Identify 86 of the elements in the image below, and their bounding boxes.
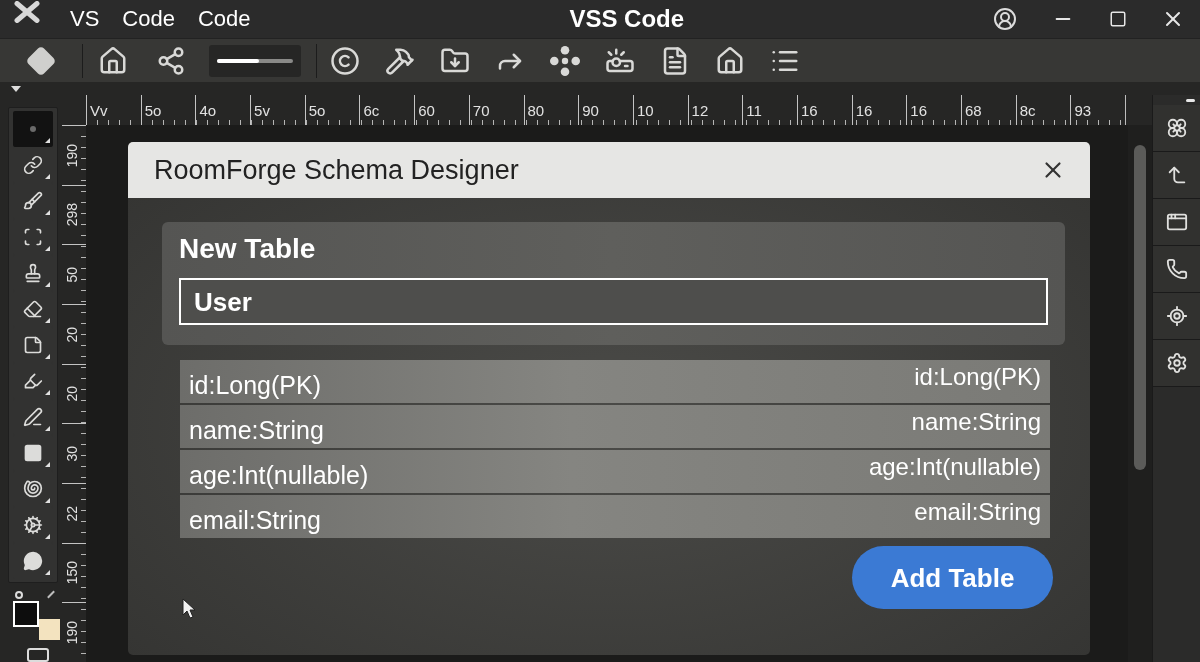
ruler-label: 8c [1019,102,1036,119]
ruler-label: 5o [308,102,326,119]
pen-icon [23,407,43,427]
dots-cross-icon[interactable] [550,45,580,76]
ruler-label: 60 [418,102,435,119]
x-logo-icon [14,1,40,23]
stamp-icon [23,263,43,283]
ruler-label: 16 [855,102,873,119]
share-nodes-icon[interactable] [156,45,186,76]
panel-button[interactable] [1153,340,1200,387]
ruler-label: 16 [800,102,818,119]
panel-button[interactable] [1153,199,1200,246]
menu-item[interactable]: VS [70,8,100,30]
ruler-label: 93 [1074,102,1092,119]
link-icon [23,155,43,175]
user-icon[interactable] [993,7,1017,31]
table-name-field[interactable]: User [179,278,1048,325]
ruler-label: Vv [90,102,108,119]
ruler-label: 5v [254,102,270,119]
foreground-color-swatch[interactable] [13,601,39,627]
circle-c-icon[interactable] [330,45,360,76]
field-text: age:Int(nullable) [189,463,369,491]
panel-button[interactable] [1153,152,1200,199]
dot-icon [30,126,36,132]
corner-triangle-icon [45,570,50,575]
ruler-label: 80 [527,102,545,119]
phone-icon [1165,258,1188,280]
crop-frame-icon [23,227,43,247]
rectangle-icon[interactable] [27,648,49,662]
brush-icon [23,191,43,211]
ruler-label: 12 [691,102,709,119]
ruler-label: 50 [65,266,79,283]
ruler-label: 150 [65,561,79,585]
maximize-icon[interactable] [1108,10,1127,28]
panel-button[interactable] [1153,246,1200,293]
menu-item[interactable]: Code [197,8,251,30]
dash-icon[interactable] [1186,98,1195,102]
panel-button[interactable] [1153,293,1200,340]
field-text: email:String [189,508,321,536]
background-color-swatch[interactable] [39,619,60,640]
page-icon [23,335,43,355]
ruler-label: 190 [65,143,79,167]
house-icon[interactable] [98,45,128,76]
flower-icon [1165,117,1188,139]
ruler-label: 5o [144,102,162,119]
field-text: email:String [914,497,1041,524]
ruler-label: 70 [472,102,490,119]
add-table-button[interactable]: Add Table [852,546,1053,609]
speech-bubble-icon [23,551,43,571]
field-text: name:String [189,418,324,446]
mouse-pointer-icon [182,598,196,620]
cog-icon [23,515,43,535]
panel-button[interactable] [1153,105,1200,152]
eraser-icon [23,299,43,319]
highlighter-icon [23,371,43,391]
ruler-label: 298 [65,203,79,227]
crosshair-icon [1165,305,1188,327]
ruler-label: 22 [65,505,79,522]
window-title: VSS Code [568,7,685,31]
diamond-icon[interactable] [26,45,56,76]
ruler-label: 20 [65,326,79,343]
settings-icon [1165,352,1188,374]
ruler-label: 30 [65,445,79,462]
field-text: id:Long(PK) [914,362,1041,389]
ruler-label: 190 [65,621,79,645]
ruler-label: 68 [965,102,982,119]
field-text: name:String [911,407,1041,434]
slash-icon[interactable] [47,590,55,599]
menu-item[interactable]: Code [122,8,175,30]
ruler-label: 90 [582,102,599,119]
window-icon [1165,211,1188,233]
ruler-label: 16 [910,102,927,119]
slider-track[interactable] [217,58,293,63]
house-icon[interactable] [715,45,745,76]
ruler-label: 6c [363,102,380,119]
scrollbar-thumb[interactable] [1134,145,1146,470]
ruler-label: 10 [636,102,654,119]
ruler-label: 11 [746,102,762,119]
dialog-title: RoomForge Schema Designer [154,156,519,184]
spiral-icon [23,479,43,499]
ruler-label: 4o [199,102,217,119]
ruler-label: 20 [65,386,79,402]
field-text: age:Int(nullable) [868,452,1041,479]
section-title: New Table [179,235,316,263]
field-text: id:Long(PK) [189,373,322,401]
square-icon [23,443,43,463]
